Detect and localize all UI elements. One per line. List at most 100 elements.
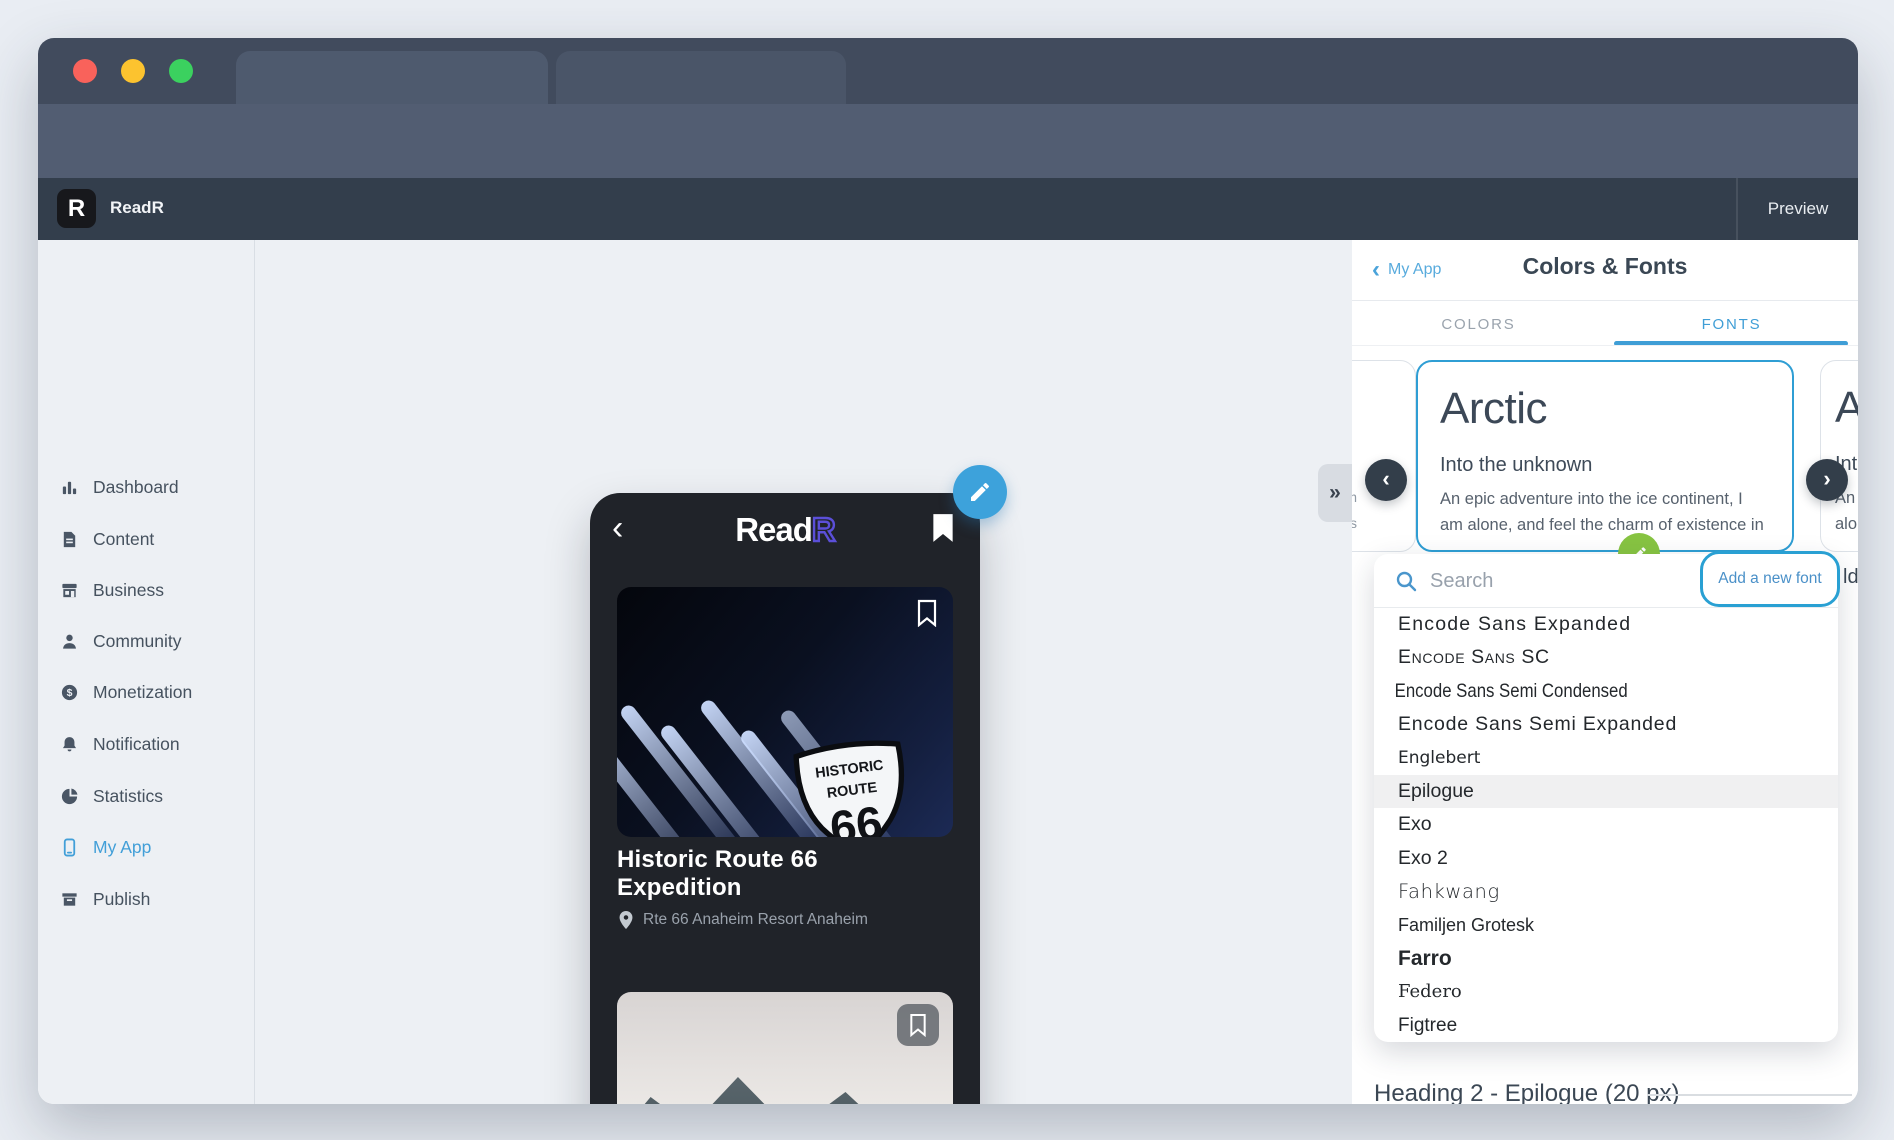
sidebar-item-business[interactable]: Business (60, 570, 240, 610)
location-pin-icon (617, 910, 635, 930)
route66-shield: HISTORIC ROUTE 66 (782, 728, 925, 837)
document-icon (60, 530, 79, 549)
dollar-circle-icon: $ (60, 683, 79, 702)
bookmark-button[interactable] (897, 1004, 939, 1046)
phone-preview: ‹ ReadR HISTORIC ROUTE (590, 493, 980, 1104)
sidebar-item-notification[interactable]: Notification (60, 724, 240, 764)
bar-chart-icon (60, 478, 79, 497)
font-list-item[interactable]: Encode Sans Expanded (1374, 608, 1838, 641)
font-card-subtitle: Into the unknown (1440, 454, 1592, 477)
sidebar-item-label: Publish (93, 889, 150, 910)
divider (1352, 300, 1858, 301)
app-top-bar: R ReadR Preview (38, 178, 1858, 240)
carousel-left-arrow[interactable]: ‹ (1365, 459, 1407, 501)
text-fragment: m (1352, 489, 1357, 505)
search-input[interactable] (1430, 564, 1700, 598)
divider (1647, 1094, 1852, 1096)
font-list-item[interactable]: Encode Sans Semi Expanded (1374, 708, 1838, 741)
article-card-route66[interactable]: HISTORIC ROUTE 66 Historic Route 66 Expe… (617, 587, 953, 930)
font-list-item[interactable]: Fahkwang (1374, 875, 1838, 908)
sidebar-item-my-app[interactable]: My App (60, 827, 240, 867)
sidebar-item-label: Monetization (93, 682, 192, 703)
browser-tab-inactive[interactable] (556, 51, 846, 104)
sidebar-item-label: Community (93, 631, 182, 652)
sidebar-item-label: My App (93, 837, 151, 858)
sidebar-item-label: Statistics (93, 786, 163, 807)
divider (1352, 345, 1858, 346)
font-card-next[interactable]: A Int An e alon (1820, 360, 1858, 552)
logo-read: Read (735, 511, 812, 548)
font-list-item-selected[interactable]: Epilogue (1374, 775, 1838, 808)
storefront-icon (60, 581, 79, 600)
sidebar: Dashboard Content Business Community $ M… (38, 240, 255, 1104)
bookmark-icon[interactable] (930, 513, 956, 543)
sidebar-item-label: Dashboard (93, 477, 179, 498)
person-icon (60, 632, 79, 651)
close-window-icon[interactable] (73, 59, 97, 83)
phone-app-logo: ReadR (590, 511, 980, 549)
browser-window: www.myapp.com ⋮ R ReadR Preview Dashboar… (38, 38, 1858, 1104)
pencil-icon (968, 480, 992, 504)
svg-text:$: $ (67, 688, 73, 699)
phone-icon (60, 838, 79, 857)
minimize-window-icon[interactable] (121, 59, 145, 83)
app-name: ReadR (110, 198, 164, 218)
add-new-font-button[interactable]: Add a new font (1700, 551, 1840, 607)
pie-chart-icon (60, 787, 79, 806)
norway-image (617, 992, 953, 1104)
font-card-body: am alone, and feel the charm of existenc… (1440, 516, 1764, 535)
font-list-item[interactable]: Familjen Grotesk (1374, 909, 1838, 942)
sidebar-item-label: Notification (93, 734, 180, 755)
heading-style-label: Heading 2 - Epilogue (20 px) (1374, 1080, 1680, 1104)
font-list-item[interactable]: Figtree (1374, 1009, 1838, 1042)
readr-logo: R (57, 189, 96, 228)
carousel-right-arrow[interactable]: › (1806, 459, 1848, 501)
font-list-item[interactable]: Farro (1374, 942, 1838, 975)
sidebar-item-publish[interactable]: Publish (60, 879, 240, 919)
logo-r: R (812, 511, 835, 548)
shop-icon (60, 890, 79, 909)
font-list-item[interactable]: Encode Sans SC (1374, 641, 1838, 674)
sidebar-item-dashboard[interactable]: Dashboard (60, 467, 240, 507)
bell-icon (60, 735, 79, 754)
sidebar-item-label: Business (93, 580, 164, 601)
sidebar-item-community[interactable]: Community (60, 621, 240, 661)
panel-title: Colors & Fonts (1352, 253, 1858, 280)
font-list-item[interactable]: Encode Sans Semi Condensed (1374, 675, 1773, 708)
route66-image: HISTORIC ROUTE 66 (617, 587, 953, 837)
font-list: Encode Sans Expanded Encode Sans SC Enco… (1374, 608, 1838, 1042)
bookmark-icon[interactable] (915, 599, 939, 627)
bookmark-icon (908, 1013, 928, 1037)
font-card-name: Arctic (1440, 384, 1547, 434)
browser-tab-active[interactable] (236, 51, 548, 104)
text-fragment: is (1352, 515, 1357, 531)
card-title: Historic Route 66 Expedition (617, 846, 953, 902)
card-location: Rte 66 Anaheim Resort Anaheim (617, 910, 953, 930)
sidebar-item-label: Content (93, 529, 154, 550)
sidebar-item-statistics[interactable]: Statistics (60, 776, 240, 816)
tab-colors[interactable]: COLORS (1352, 316, 1605, 333)
maximize-window-icon[interactable] (169, 59, 193, 83)
font-card-body: alon (1835, 515, 1858, 534)
collapse-panel-button[interactable]: » (1318, 464, 1352, 522)
font-picker-dropdown: Encode Sans Expanded Encode Sans SC Enco… (1374, 554, 1838, 1042)
font-card-name: A (1835, 383, 1858, 433)
font-card-previous[interactable]: m is (1352, 360, 1416, 552)
tab-fonts[interactable]: FONTS (1605, 316, 1858, 333)
sidebar-item-content[interactable]: Content (60, 519, 240, 559)
clipped-text-fragment: ld (1843, 566, 1858, 589)
article-card-norway[interactable]: Norwegian Adventure (617, 992, 953, 1104)
edit-app-button[interactable] (953, 465, 1007, 519)
font-list-item[interactable]: Exo (1374, 808, 1838, 841)
font-list-item[interactable]: Exo 2 (1374, 842, 1838, 875)
font-list-item[interactable]: Federo (1374, 975, 1838, 1008)
sidebar-item-monetization[interactable]: $ Monetization (60, 672, 240, 712)
svg-text:66: 66 (827, 796, 885, 837)
colors-fonts-panel: ‹ My App Colors & Fonts COLORS FONTS m i… (1352, 240, 1858, 1104)
font-card-body: An epic adventure into the ice continent… (1440, 490, 1743, 509)
browser-tab-bar (38, 38, 1858, 104)
preview-button[interactable]: Preview (1738, 178, 1858, 240)
font-list-item[interactable]: Englebert (1374, 742, 1838, 775)
main-content: Dashboard Content Business Community $ M… (38, 240, 1858, 1104)
font-card-arctic[interactable]: Arctic Into the unknown An epic adventur… (1416, 360, 1794, 552)
